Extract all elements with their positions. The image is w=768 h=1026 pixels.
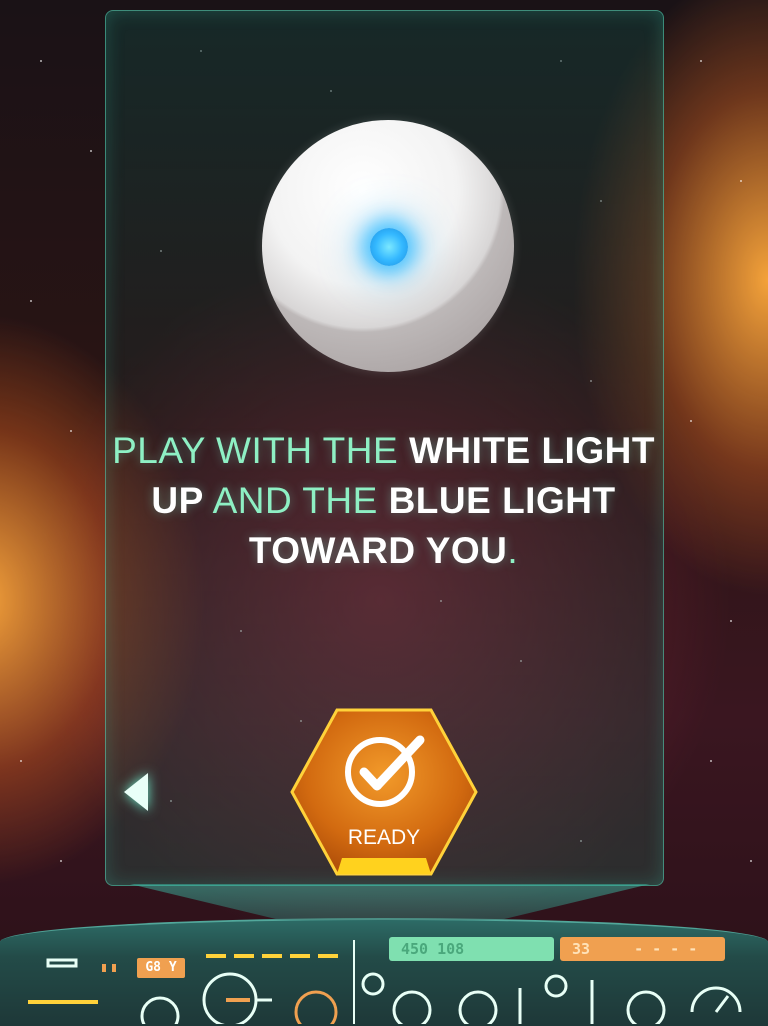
small-gauge <box>361 972 385 996</box>
instruction-part: . <box>507 530 519 571</box>
gauge-ring <box>458 990 498 1024</box>
ready-label: READY <box>347 826 421 849</box>
instruction-highlight: UP <box>151 480 204 521</box>
instruction-highlight: TOWARD YOU <box>248 530 508 571</box>
gauge-ring <box>626 990 666 1024</box>
small-gauge <box>544 974 568 998</box>
gauge-ring <box>140 996 180 1024</box>
orange-dial <box>294 990 338 1024</box>
instruction-part: PLAY WITH THE <box>112 430 409 471</box>
ready-button[interactable]: READY <box>290 708 478 876</box>
instruction-highlight: BLUE LIGHT <box>388 480 616 521</box>
gauge-ring <box>392 990 432 1024</box>
speedometer-gauge <box>690 986 742 1013</box>
ready-hexagon <box>290 708 478 876</box>
back-arrow-button[interactable] <box>124 773 148 811</box>
indicator-bar <box>46 958 78 968</box>
instruction-part: AND THE <box>203 480 389 521</box>
dashboard-gauges <box>28 954 742 1024</box>
blue-light-illustration <box>370 228 408 266</box>
instruction-text: PLAY WITH THE WHITE LIGHT UP AND THE BLU… <box>105 426 662 576</box>
instruction-highlight: WHITE LIGHT <box>408 430 655 471</box>
